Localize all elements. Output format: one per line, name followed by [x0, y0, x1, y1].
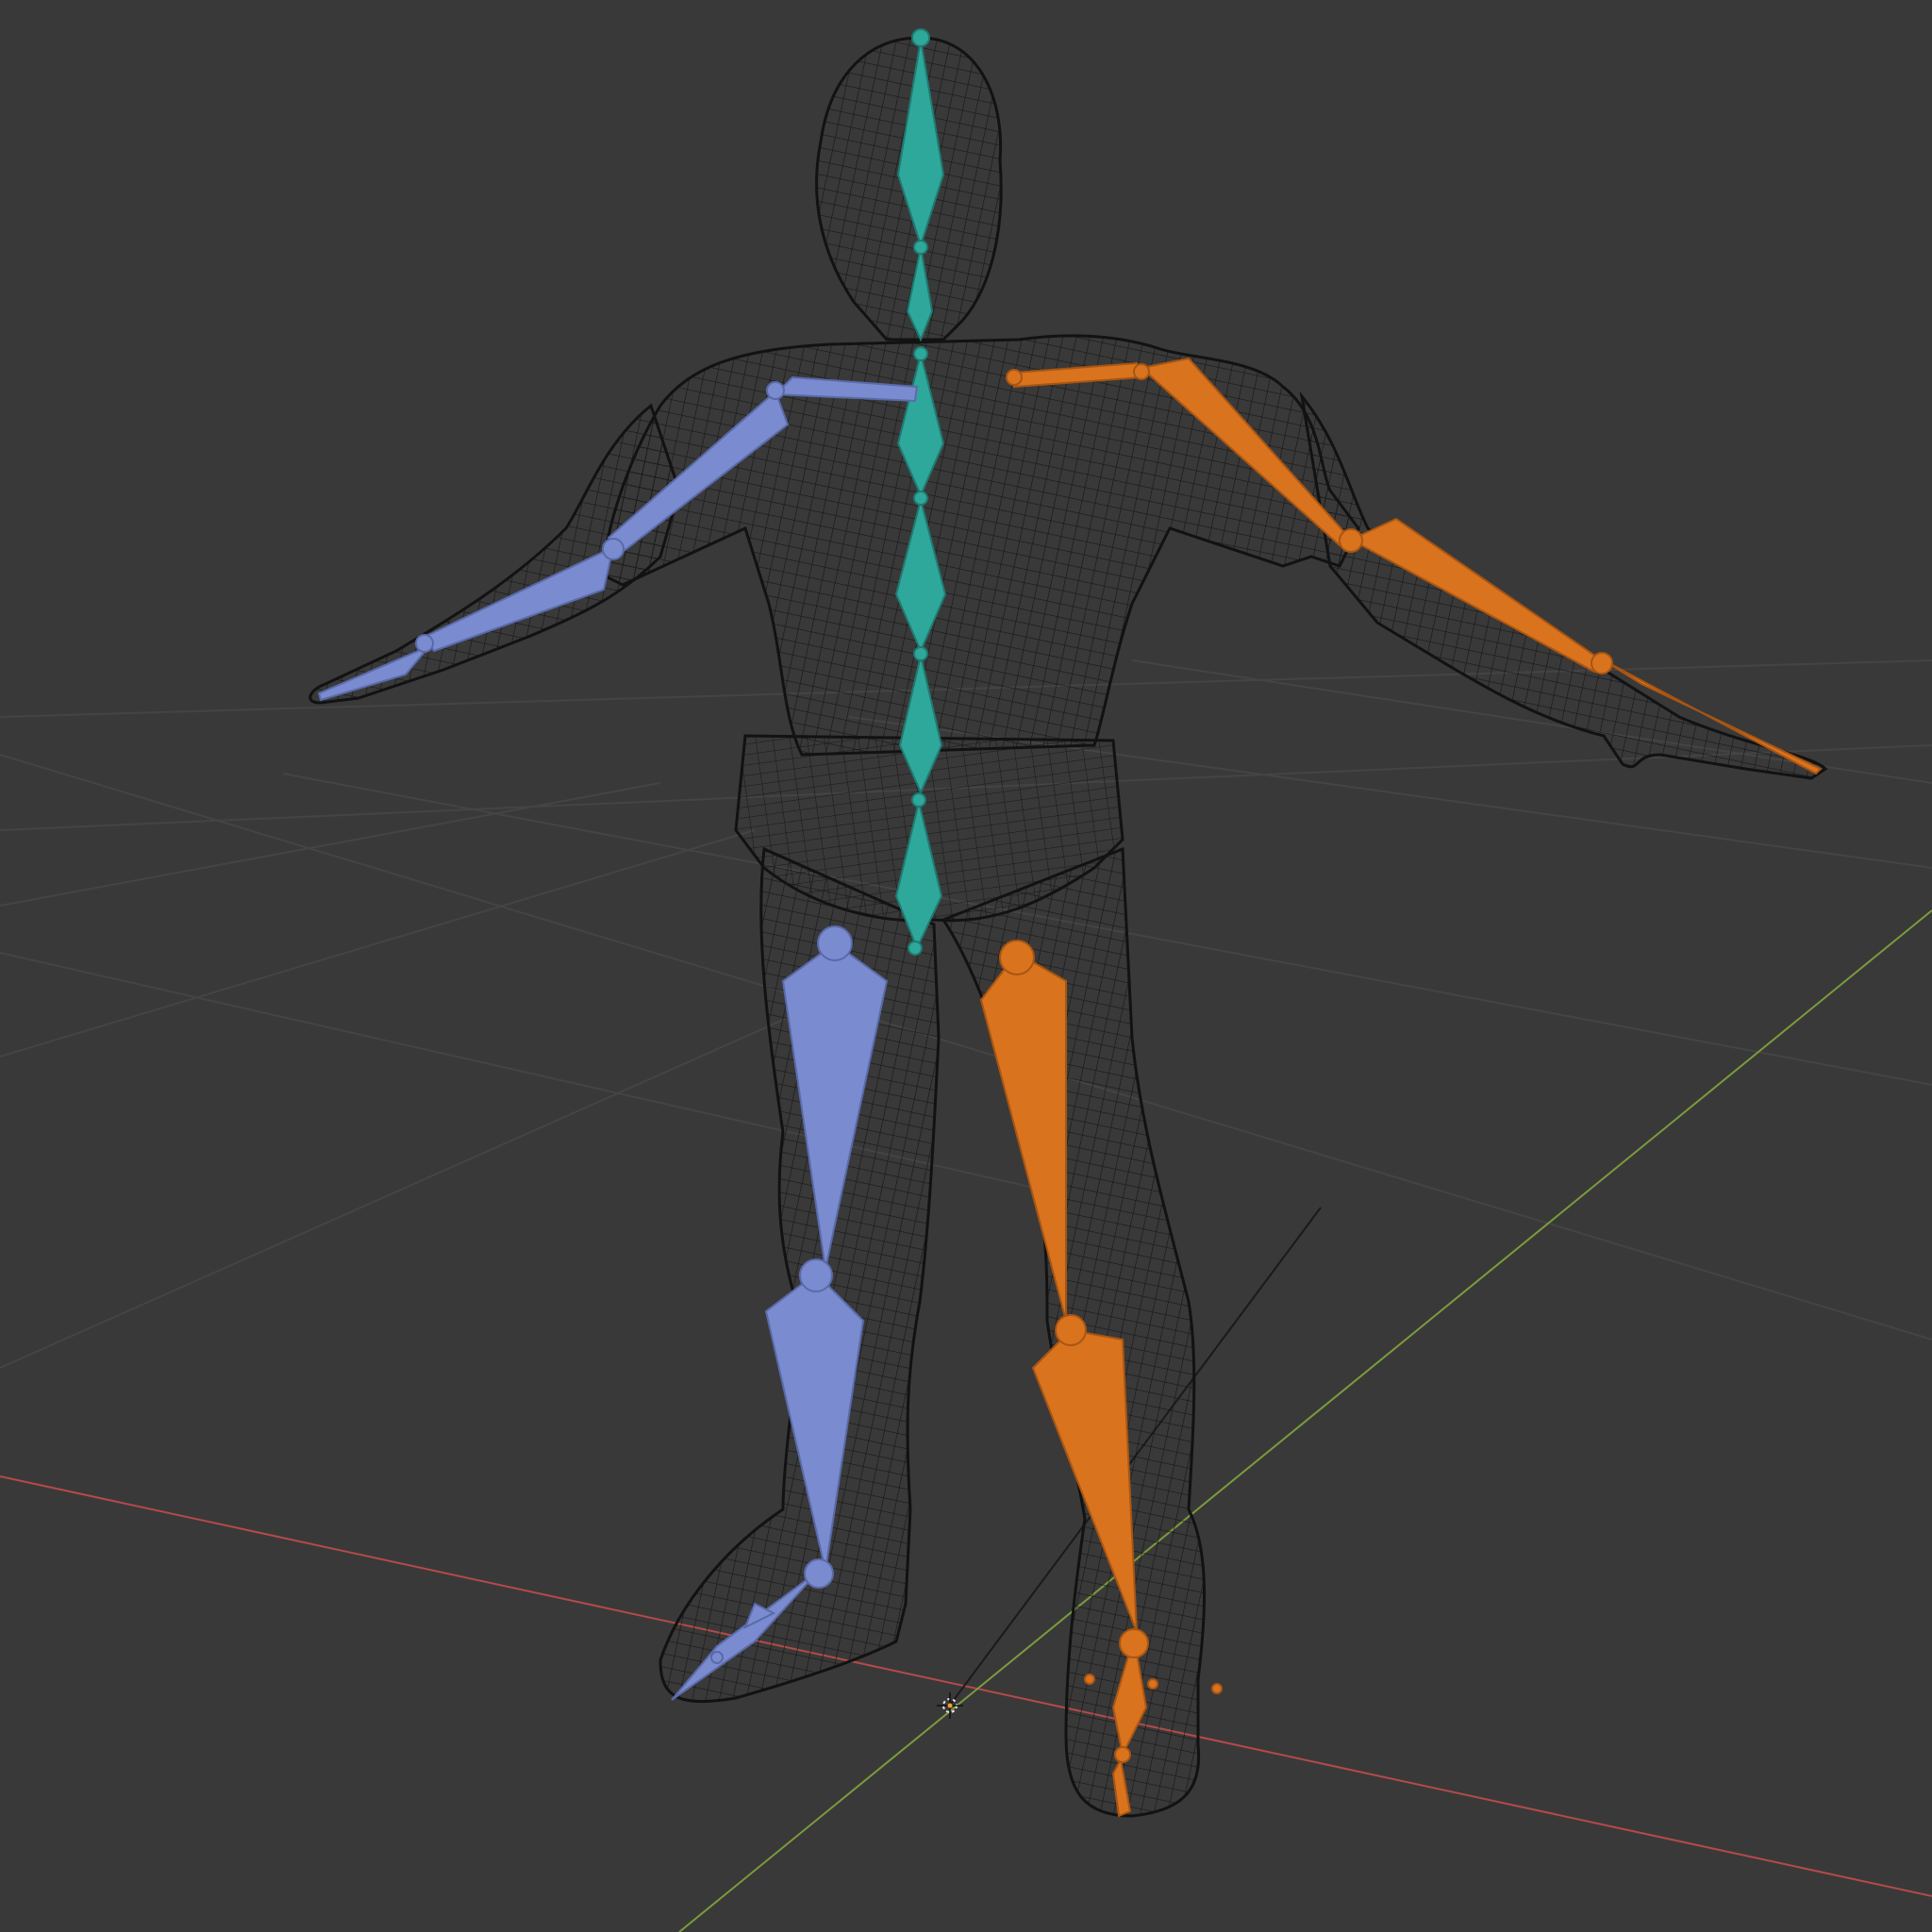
joint-right-heel-1 — [1084, 1674, 1095, 1685]
joint-spine-1 — [913, 491, 928, 506]
joint-right-heel-2 — [1147, 1678, 1158, 1690]
joint-right-heel-3 — [1211, 1683, 1223, 1694]
joint-chest — [913, 346, 928, 361]
joint-spine-2 — [913, 646, 928, 661]
3d-cursor-icon[interactable] — [937, 1692, 963, 1719]
joint-right-elbow — [1339, 528, 1363, 553]
joint-head-top — [911, 28, 930, 47]
joint-right-hip — [999, 940, 1035, 975]
joint-left-ankle — [804, 1558, 834, 1589]
joint-right-ankle — [1119, 1628, 1149, 1658]
bone-right-thigh — [979, 951, 1067, 1322]
joint-pelvis — [908, 941, 923, 956]
3d-viewport[interactable] — [0, 0, 1932, 1932]
joint-right-foot — [1114, 1746, 1131, 1763]
joint-neck — [913, 240, 928, 255]
mesh-left-arm[interactable] — [308, 403, 681, 705]
joint-left-hip — [817, 925, 853, 961]
joint-spine-3 — [911, 792, 926, 808]
joint-right-knee — [1055, 1314, 1087, 1346]
joint-left-wrist — [415, 634, 434, 653]
character-mesh[interactable] — [308, 36, 1828, 1818]
mesh-torso[interactable] — [602, 334, 1360, 757]
joint-left-elbow — [602, 538, 625, 560]
mesh-right-arm[interactable] — [1299, 391, 1828, 780]
joint-right-wrist — [1591, 652, 1613, 675]
joint-right-upper-arm — [1133, 363, 1150, 380]
x-axis-line — [0, 1475, 1932, 1897]
joint-left-knee — [799, 1258, 833, 1292]
joint-left-shoulder — [766, 381, 785, 400]
joint-left-toe — [710, 1651, 724, 1664]
joint-right-shoulder — [1006, 369, 1023, 386]
